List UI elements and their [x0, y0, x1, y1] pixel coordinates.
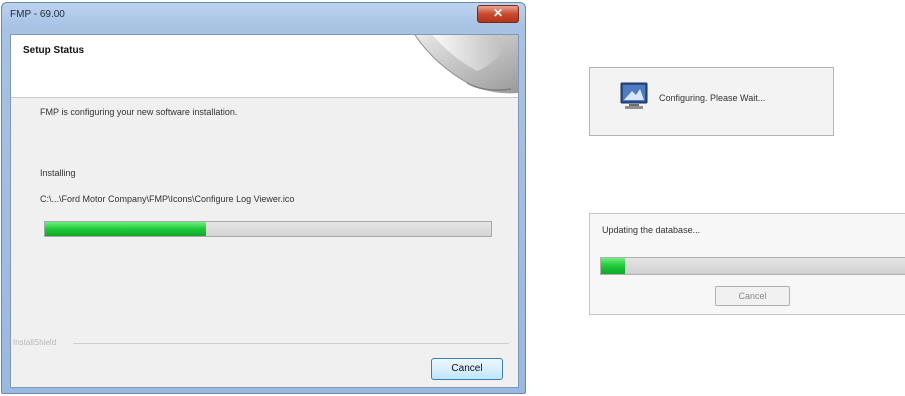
status-label: Installing — [40, 168, 76, 178]
database-cancel-button[interactable]: Cancel — [715, 286, 790, 306]
database-progress-bar — [600, 257, 905, 275]
curl-page-icon — [414, 35, 518, 94]
current-file-path: C:\...\Ford Motor Company\FMP\Icons\Conf… — [40, 194, 295, 204]
cancel-button[interactable]: Cancel — [431, 358, 503, 380]
description-text: FMP is configuring your new software ins… — [40, 107, 238, 117]
database-update-panel: Updating the database... Cancel — [589, 213, 905, 315]
brand-divider: InstallShield — [11, 338, 509, 348]
divider-line — [73, 343, 509, 344]
configuring-message: Configuring. Please Wait... — [659, 93, 766, 103]
database-progress-fill — [601, 258, 626, 274]
configuring-popup: Configuring. Please Wait... — [589, 67, 834, 136]
install-progress-fill — [45, 222, 206, 236]
brand-label: InstallShield — [13, 338, 57, 347]
installer-monitor-icon — [620, 82, 648, 109]
installer-window: FMP - 69.00 ✕ Setup Status FMP is config… — [1, 2, 526, 394]
install-progress-bar — [44, 221, 492, 237]
title-bar[interactable]: FMP - 69.00 ✕ — [2, 3, 525, 29]
database-message: Updating the database... — [602, 225, 701, 235]
installer-client-area: Setup Status FMP is configuring your new… — [10, 34, 519, 388]
header-band: Setup Status — [11, 35, 518, 98]
close-button[interactable]: ✕ — [477, 5, 519, 23]
window-title: FMP - 69.00 — [10, 9, 65, 20]
page-title: Setup Status — [23, 45, 85, 56]
